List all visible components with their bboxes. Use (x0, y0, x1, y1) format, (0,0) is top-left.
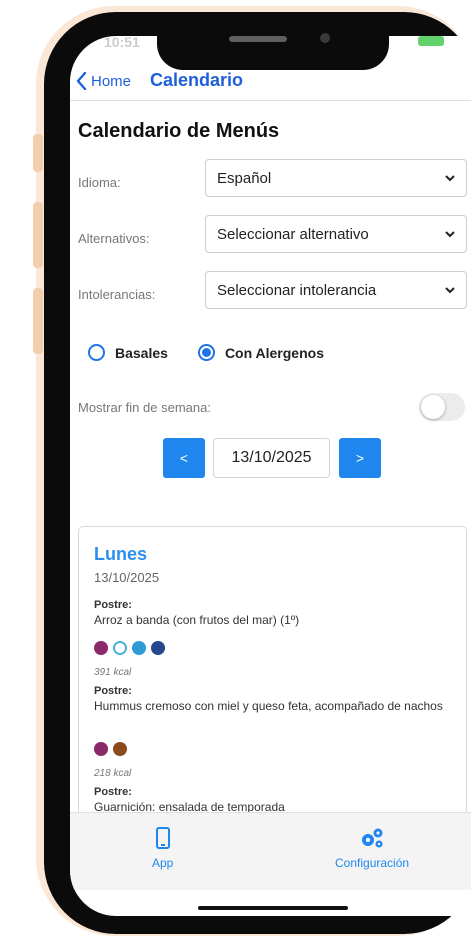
home-indicator (198, 906, 348, 910)
tab-app-label: App (152, 856, 174, 870)
basales-radio[interactable] (88, 344, 105, 361)
gluten-icon (94, 641, 108, 655)
alternativos-value: Seleccionar alternativo (217, 226, 369, 243)
sesame-icon (113, 742, 127, 756)
notch (157, 12, 389, 70)
tab-configuracion-label: Configuración (335, 856, 410, 870)
intolerancias-select[interactable]: Seleccionar intolerancia (205, 271, 467, 309)
idioma-value: Español (217, 170, 272, 187)
chevron-down-icon (445, 175, 455, 182)
intolerancias-value: Seleccionar intolerancia (217, 282, 377, 299)
gears-icon (362, 828, 383, 848)
back-button[interactable]: Home (76, 72, 131, 90)
fish-icon (151, 641, 165, 655)
day-name: Lunes (94, 544, 148, 564)
meal-course: Postre: (94, 786, 132, 798)
meal-dish: Hummus cremoso con miel y queso feta, ac… (94, 699, 443, 713)
con-alergenos-label[interactable]: Con Alergenos (225, 345, 324, 361)
weekend-label: Mostrar fin de semana: (78, 400, 211, 415)
idioma-label: Idioma: (78, 175, 121, 190)
chevron-down-icon (445, 287, 455, 294)
con-alergenos-radio[interactable] (197, 344, 215, 361)
prev-week-button[interactable]: < (163, 438, 205, 478)
front-camera (320, 33, 330, 43)
phone-icon (155, 827, 170, 849)
date-display[interactable]: 13/10/2025 (213, 438, 330, 478)
meal-dish: Arroz a banda (con frutos del mar) (1º) (94, 613, 300, 627)
idioma-select[interactable]: Español (205, 159, 467, 197)
tab-app[interactable]: App (152, 827, 173, 870)
alternativos-label: Alternativos: (78, 231, 150, 246)
allergen-icons (94, 641, 165, 655)
chevron-down-icon (445, 231, 455, 238)
toggle-knob (421, 395, 445, 419)
speaker (229, 36, 287, 42)
battery-icon (418, 36, 444, 46)
meal-course: Postre: (94, 685, 132, 697)
menu-type-group: Basales Con Alergenos (88, 344, 324, 361)
navigation-bar: Home Calendario (70, 68, 471, 101)
mute-switch (33, 134, 43, 172)
crustacean-icon (113, 641, 127, 655)
back-label: Home (91, 72, 132, 90)
intolerancias-label: Intolerancias: (78, 287, 156, 302)
tab-configuracion[interactable]: Configuración (335, 827, 409, 870)
app-screen: 10:51 Home Calendario Calendario de Menú… (70, 36, 471, 916)
next-week-button[interactable]: > (339, 438, 381, 478)
meal-kcal: 218 kcal (94, 768, 132, 779)
alternativos-select[interactable]: Seleccionar alternativo (205, 215, 467, 253)
day-card: Lunes 13/10/2025 Postre: Arroz a banda (… (78, 526, 467, 826)
volume-up-button (33, 202, 43, 268)
nav-title: Calendario (150, 70, 244, 90)
chevron-left-icon (76, 72, 87, 90)
meal-kcal: 391 kcal (94, 667, 132, 678)
volume-down-button (33, 288, 43, 354)
weekend-toggle[interactable] (419, 393, 465, 421)
mollusc-icon (132, 641, 146, 655)
meal-course: Postre: (94, 599, 132, 611)
tab-bar: App Configuración (70, 812, 471, 890)
allergen-icons (94, 742, 127, 756)
status-time: 10:51 (104, 36, 140, 50)
day-date: 13/10/2025 (94, 570, 160, 585)
gluten-icon (94, 742, 108, 756)
basales-label[interactable]: Basales (115, 345, 168, 361)
page-title: Calendario de Menús (78, 120, 280, 142)
